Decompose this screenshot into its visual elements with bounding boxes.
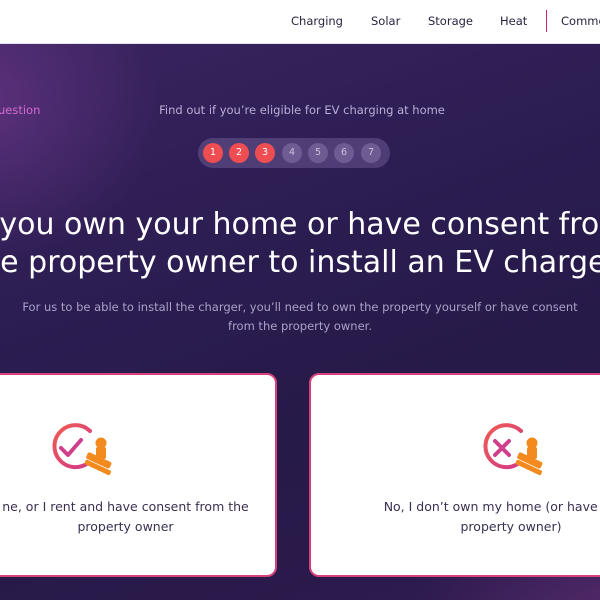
question-line-2: he property owner to install an EV charg… bbox=[0, 245, 600, 280]
description-line-1: For us to be able to install the charger… bbox=[22, 300, 578, 314]
step-1: 1 bbox=[203, 143, 223, 163]
question-heading: o you own your home or have consent from… bbox=[0, 206, 600, 282]
step-6: 6 bbox=[334, 143, 354, 163]
option-yes-line-2: property owner bbox=[77, 519, 174, 534]
step-5: 5 bbox=[308, 143, 328, 163]
approve-stamp-icon bbox=[48, 419, 118, 479]
option-yes-line-1: ne, or I rent and have consent from the bbox=[2, 499, 249, 514]
step-2: 2 bbox=[229, 143, 249, 163]
step-7: 7 bbox=[361, 143, 381, 163]
option-card-no[interactable]: No, I don’t own my home (or have conse p… bbox=[309, 373, 600, 577]
option-card-yes[interactable]: ne, or I rent and have consent from the … bbox=[0, 373, 277, 577]
option-no-line-2: property owner) bbox=[460, 519, 562, 534]
nav-link-heat[interactable]: Heat bbox=[500, 14, 527, 28]
question-line-1: o you own your home or have consent from bbox=[0, 207, 600, 242]
option-no-label: No, I don’t own my home (or have conse p… bbox=[311, 497, 600, 537]
nav-link-storage[interactable]: Storage bbox=[428, 14, 473, 28]
option-yes-label: ne, or I rent and have consent from the … bbox=[0, 497, 279, 537]
progress-stepper: 1 2 3 4 5 6 7 bbox=[198, 138, 390, 168]
nav-link-charging[interactable]: Charging bbox=[291, 14, 343, 28]
question-description: For us to be able to install the charger… bbox=[0, 298, 600, 336]
top-navigation: Charging Solar Storage Heat Comme bbox=[0, 0, 600, 44]
step-4: 4 bbox=[282, 143, 302, 163]
nav-divider bbox=[546, 10, 547, 32]
option-no-line-1: No, I don’t own my home (or have conse bbox=[383, 499, 600, 514]
nav-link-commercial[interactable]: Comme bbox=[561, 14, 600, 28]
description-line-2: from the property owner. bbox=[228, 319, 372, 333]
hero-section: uestion Find out if you’re eligible for … bbox=[0, 44, 600, 600]
eligibility-heading: Find out if you’re eligible for EV charg… bbox=[159, 103, 445, 117]
nav-link-solar[interactable]: Solar bbox=[371, 14, 400, 28]
step-3: 3 bbox=[255, 143, 275, 163]
reject-stamp-icon bbox=[479, 419, 549, 479]
